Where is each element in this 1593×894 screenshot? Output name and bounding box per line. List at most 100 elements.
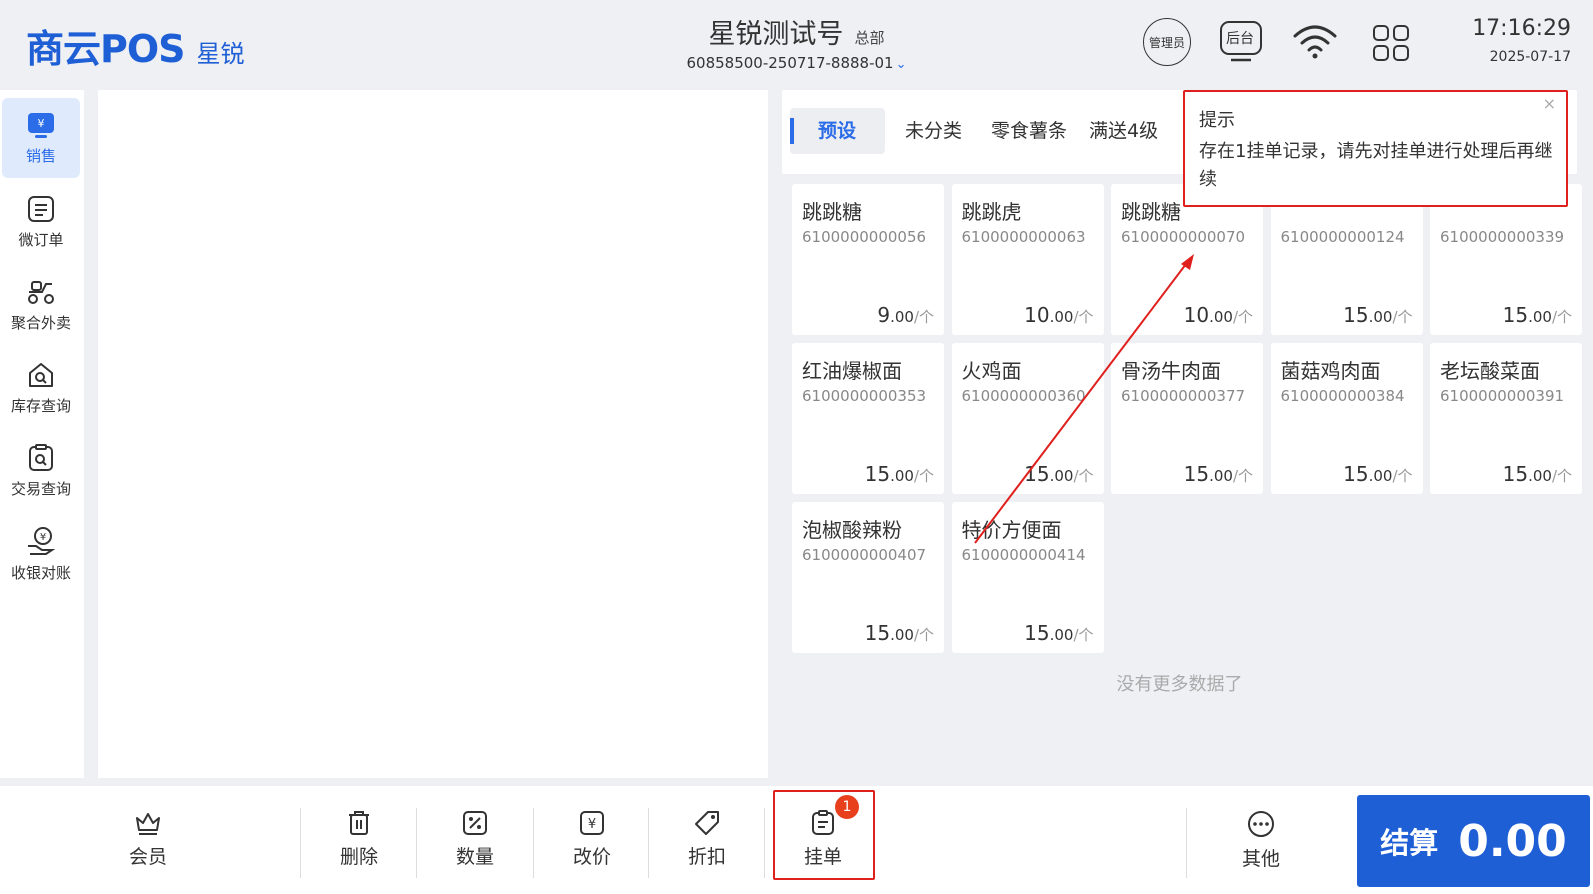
trash-icon [349, 811, 369, 835]
price-integer: 15 [1343, 462, 1369, 486]
product-code: 6100000000063 [961, 228, 1086, 246]
price-unit: /个 [1232, 467, 1253, 485]
price-decimal: .00 [1049, 626, 1074, 644]
other-label: 其他 [1241, 848, 1280, 870]
tab-uncategorized[interactable]: 未分类 [905, 108, 962, 154]
delete-label: 删除 [339, 846, 378, 868]
member-button[interactable]: 会员 [93, 806, 203, 876]
product-card[interactable]: 泡椒酸辣粉 6100000000407 15.00/个 [792, 502, 944, 653]
store-tag: 总部 [854, 29, 885, 47]
price-decimal: .00 [1528, 308, 1552, 326]
product-price: 15.00/个 [1503, 462, 1572, 486]
sidebar-item-label: 销售 [25, 146, 56, 165]
product-price: 10.00/个 [1184, 303, 1253, 327]
product-name: 跳跳糖 [802, 200, 862, 224]
delivery-icon [28, 280, 54, 304]
tag-icon [695, 811, 719, 835]
product-card[interactable]: 特价方便面 6100000000414 15.00/个 [951, 502, 1104, 653]
product-price: 15.00/个 [1184, 462, 1253, 486]
order-icon [28, 195, 54, 222]
price-decimal: .00 [1368, 308, 1393, 326]
admin-button[interactable]: 管理员 [1143, 18, 1191, 66]
checkout-button[interactable]: 结算 0.00 [1357, 795, 1590, 887]
price-unit: /个 [913, 626, 934, 644]
sidebar-item-inventory[interactable]: 库存查询 [2, 348, 80, 428]
checkout-amount: 0.00 [1458, 815, 1567, 867]
sidebar-item-micro-order[interactable]: 微订单 [2, 182, 80, 262]
product-card[interactable]: 骨汤牛肉面 6100000000377 15.00/个 [1111, 343, 1263, 494]
hint-dialog: 提示 存在1挂单记录，请先对挂单进行处理后再继续 × [1183, 90, 1568, 207]
price-integer: 10 [1183, 303, 1210, 327]
price-unit: /个 [1232, 308, 1253, 326]
cart-panel [98, 90, 768, 778]
product-card[interactable]: 跳跳糖 6100000000056 9.00/个 [792, 184, 944, 335]
price-unit: /个 [1073, 626, 1094, 644]
wifi-icon [1293, 25, 1337, 59]
other-button[interactable]: 其他 [1206, 806, 1316, 876]
close-icon[interactable]: × [1543, 94, 1556, 113]
wifi-button[interactable] [1293, 24, 1337, 64]
price-unit: /个 [1073, 308, 1094, 326]
sidebar-item-label: 库存查询 [10, 396, 71, 415]
clock-date: 2025-07-17 [1489, 49, 1571, 65]
product-price: 15.00/个 [1024, 621, 1093, 645]
product-code: 6100000000339 [1440, 228, 1565, 246]
sidebar-item-reconcile[interactable]: ¥ 收银对账 [2, 514, 80, 594]
svg-text:¥: ¥ [38, 117, 45, 130]
store-name: 星锐测试号 [708, 19, 844, 50]
price-decimal: .00 [890, 467, 914, 485]
grid-icon [1373, 25, 1409, 61]
discount-label: 折扣 [687, 846, 726, 868]
store-code: 60858500-250717-8888-01 [686, 54, 894, 72]
product-code: 6100000000360 [961, 387, 1086, 405]
sidebar: ¥ 销售 微订单 聚合外卖 库存查询 交易查询 ¥ 收银对账 [0, 90, 84, 778]
apps-button[interactable] [1372, 24, 1410, 66]
product-code: 6100000000070 [1121, 228, 1246, 246]
delete-button[interactable]: 删除 [304, 806, 414, 876]
price-integer: 15 [1502, 303, 1529, 327]
product-price: 15.00/个 [1343, 303, 1412, 327]
price-integer: 15 [864, 462, 891, 486]
product-code: 6100000000407 [802, 546, 927, 564]
tab-promo[interactable]: 满送4级 [1089, 108, 1158, 154]
price-decimal: .00 [1209, 467, 1233, 485]
hold-order-highlight [773, 790, 875, 880]
store-info: 星锐测试号 总部 [0, 12, 1593, 51]
product-name: 骨汤牛肉面 [1121, 359, 1221, 383]
sidebar-item-sales[interactable]: ¥ 销售 [2, 98, 80, 178]
product-card[interactable]: 老坛酸菜面 6100000000391 15.00/个 [1430, 343, 1582, 494]
product-card[interactable]: 跳跳虎 6100000000063 10.00/个 [951, 184, 1104, 335]
price-unit: /个 [913, 467, 934, 485]
product-name: 红油爆椒面 [802, 359, 902, 383]
more-icon [1248, 811, 1274, 837]
product-price: 9.00/个 [877, 303, 934, 327]
backend-button[interactable]: 后台 [1219, 20, 1263, 68]
store-code-selector[interactable]: 60858500-250717-8888-01 ⌄ [0, 54, 1593, 72]
sidebar-item-transactions[interactable]: 交易查询 [2, 431, 80, 511]
change-price-label: 改价 [572, 846, 611, 868]
hold-order-badge: 1 [835, 795, 859, 819]
svg-text:¥: ¥ [40, 532, 46, 543]
svg-text:¥: ¥ [588, 817, 596, 832]
product-name: 火鸡面 [961, 359, 1022, 383]
product-price: 10.00/个 [1024, 303, 1093, 327]
product-price: 15.00/个 [865, 462, 934, 486]
price-decimal: .00 [1049, 308, 1074, 326]
change-price-button[interactable]: ¥ 改价 [537, 806, 647, 876]
tab-snacks[interactable]: 零食薯条 [991, 108, 1067, 154]
sidebar-item-label: 微订单 [18, 230, 64, 249]
product-card[interactable]: 红油爆椒面 6100000000353 15.00/个 [792, 343, 944, 494]
product-code: 6100000000391 [1440, 387, 1565, 405]
admin-label: 管理员 [1148, 35, 1185, 50]
tab-preset[interactable]: 预设 [790, 108, 885, 154]
divider [416, 808, 417, 878]
quantity-button[interactable]: 数量 [420, 806, 530, 876]
product-card[interactable]: 菌菇鸡肉面 6100000000384 15.00/个 [1270, 343, 1423, 494]
discount-button[interactable]: 折扣 [652, 806, 762, 876]
price-icon: ¥ [580, 811, 604, 835]
sidebar-item-label: 收银对账 [10, 563, 71, 582]
divider [648, 808, 649, 878]
sidebar-item-delivery[interactable]: 聚合外卖 [2, 265, 80, 345]
price-unit: /个 [913, 308, 934, 326]
product-card[interactable]: 火鸡面 6100000000360 15.00/个 [951, 343, 1104, 494]
